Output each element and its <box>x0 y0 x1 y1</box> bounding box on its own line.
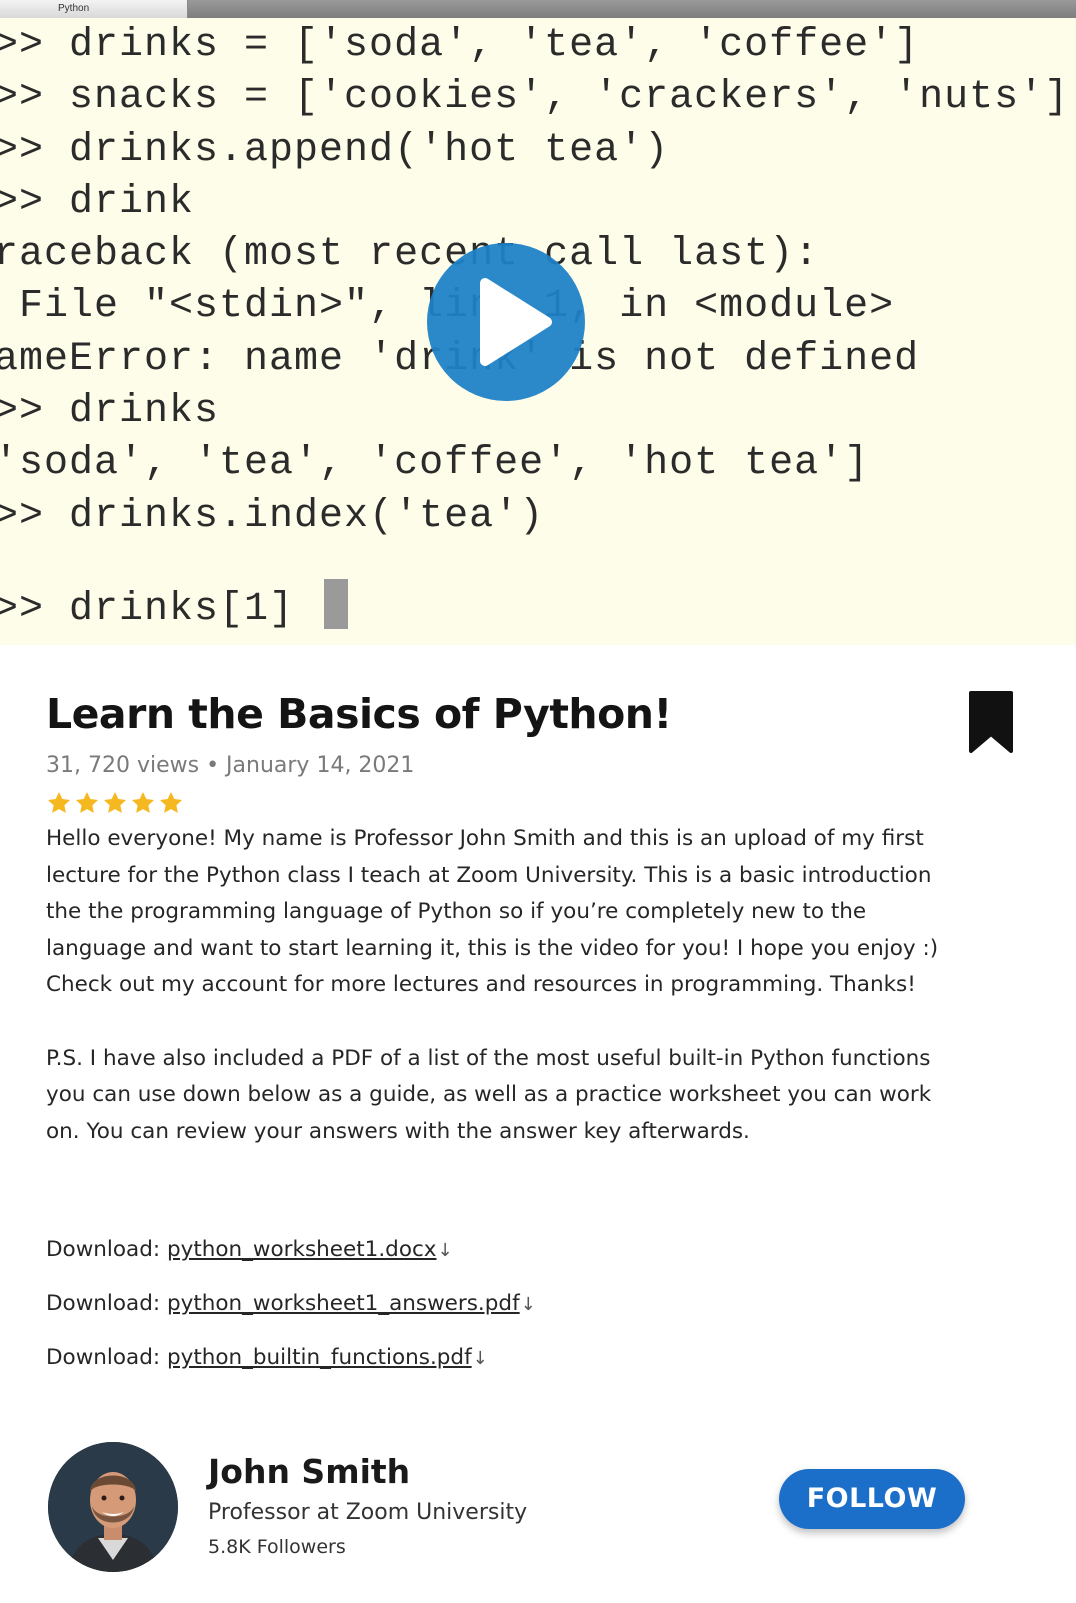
console-line: >> drinks[1] <box>0 586 295 632</box>
console-line: 'soda', 'tea', 'coffee', 'hot tea'] <box>0 441 870 487</box>
video-details: Learn the Basics of Python! 31, 720 view… <box>0 645 1076 1603</box>
author-role: Professor at Zoom University <box>208 1500 528 1525</box>
download-link-builtins[interactable]: python_builtin_functions.pdf <box>167 1345 472 1370</box>
bookmark-button[interactable] <box>968 690 1014 758</box>
play-icon <box>480 278 552 366</box>
console-line: >> drinks.append('hot tea') <box>0 127 670 173</box>
console-line: >> drinks.index('tea') <box>0 493 545 539</box>
star-icon <box>159 791 183 813</box>
video-player[interactable]: Python >> drinks = ['soda', 'tea', 'coff… <box>0 0 1076 645</box>
author-name[interactable]: John Smith <box>208 1452 410 1491</box>
download-label: Download: <box>46 1345 167 1370</box>
download-label: Download: <box>46 1237 167 1262</box>
follow-button[interactable]: FOLLOW <box>779 1469 965 1529</box>
console-current-line: >> drinks[1] <box>0 578 1069 632</box>
window-titlebar: Python <box>0 0 1076 18</box>
download-label: Download: <box>46 1291 167 1316</box>
video-description: Hello everyone! My name is Professor Joh… <box>46 821 956 1150</box>
console-line: >> drink <box>0 179 195 225</box>
download-arrow-icon[interactable]: ↓ <box>521 1294 536 1315</box>
window-tab: Python <box>0 0 188 18</box>
download-link-answers[interactable]: python_worksheet1_answers.pdf <box>167 1291 520 1316</box>
star-icon <box>131 791 155 813</box>
console-line: >> snacks = ['cookies', 'crackers', 'nut… <box>0 75 1070 121</box>
star-icon <box>47 791 71 813</box>
download-link-worksheet[interactable]: python_worksheet1.docx <box>167 1237 437 1262</box>
video-meta: 31, 720 views • January 14, 2021 <box>46 753 415 778</box>
description-paragraph: Hello everyone! My name is Professor Joh… <box>46 826 939 998</box>
download-arrow-icon[interactable]: ↓ <box>473 1348 488 1369</box>
play-button[interactable] <box>427 243 585 401</box>
star-icon <box>103 791 127 813</box>
avatar[interactable] <box>48 1442 178 1572</box>
star-icon <box>75 791 99 813</box>
follower-count: 5.8K Followers <box>208 1536 346 1558</box>
text-cursor <box>324 578 349 629</box>
avatar-photo-icon <box>48 1442 178 1572</box>
bookmark-icon <box>969 691 1013 753</box>
console-line: >> drinks = ['soda', 'tea', 'coffee'] <box>0 23 920 68</box>
download-row: Download: python_builtin_functions.pdf↓ <box>46 1343 536 1397</box>
downloads-list: Download: python_worksheet1.docx↓ Downlo… <box>46 1235 536 1397</box>
download-row: Download: python_worksheet1_answers.pdf↓ <box>46 1289 536 1343</box>
author-card: John Smith Professor at Zoom University … <box>46 1442 1046 1582</box>
download-row: Download: python_worksheet1.docx↓ <box>46 1235 536 1289</box>
description-paragraph: P.S. I have also included a PDF of a lis… <box>46 1045 932 1144</box>
star-rating <box>46 790 184 816</box>
video-title: Learn the Basics of Python! <box>46 690 672 738</box>
download-arrow-icon[interactable]: ↓ <box>438 1240 453 1261</box>
